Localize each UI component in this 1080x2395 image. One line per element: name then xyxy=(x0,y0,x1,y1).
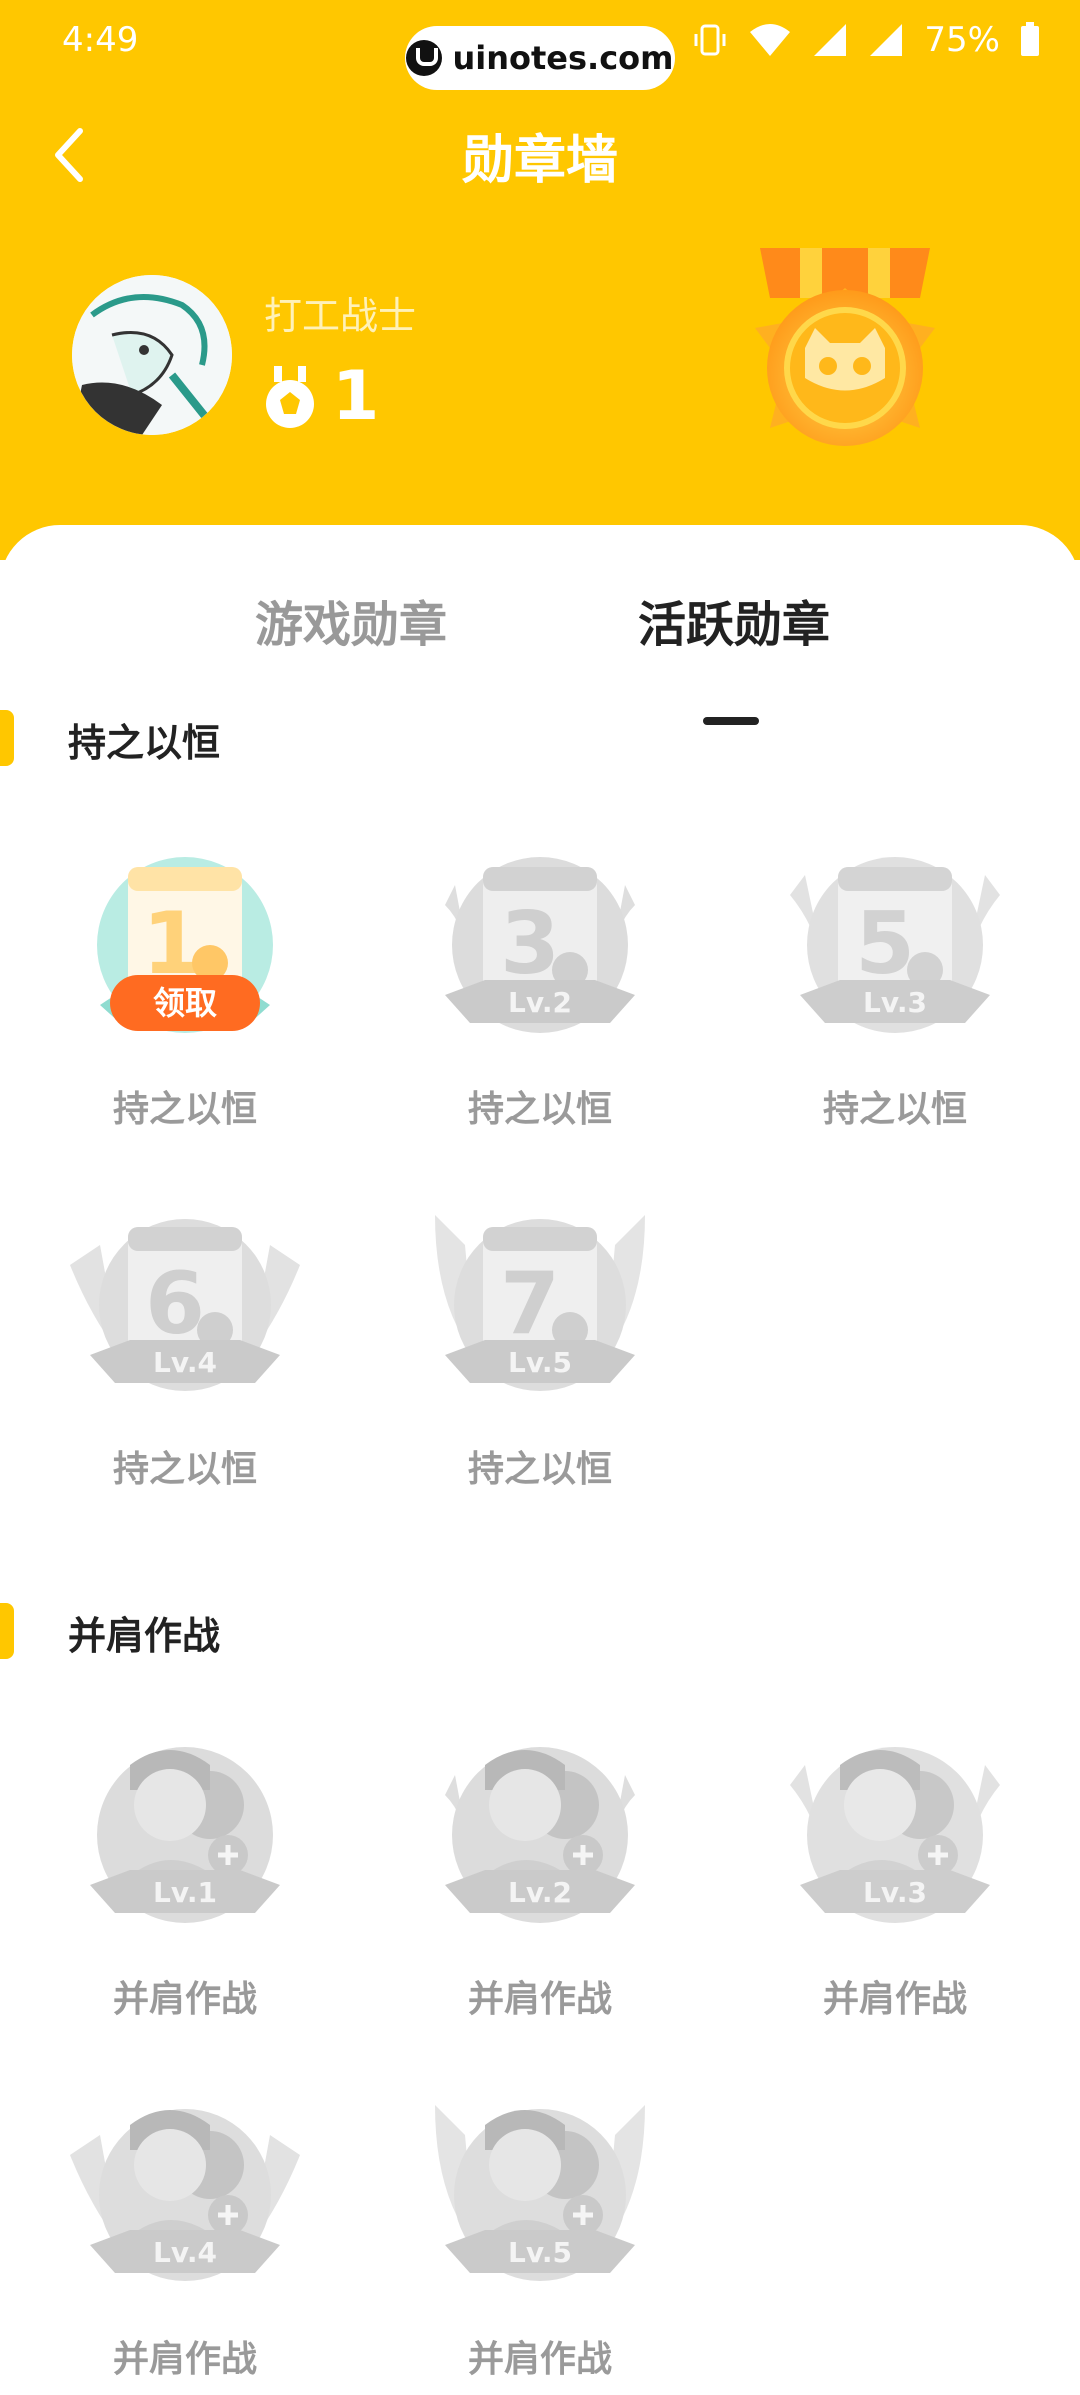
medal-count: 1 xyxy=(332,357,380,436)
badge-level: Lv.5 xyxy=(508,1346,572,1379)
badge-label: 并肩作战 xyxy=(467,1979,612,2020)
teammate-badge-icon: Lv.1 xyxy=(90,1747,280,1923)
medal-icon xyxy=(266,365,314,428)
status-icons: 75% xyxy=(692,20,1040,60)
badge-item[interactable]: 1 领取 持之以恒 xyxy=(60,845,310,1145)
badge-label: 并肩作战 xyxy=(467,2339,612,2380)
calendar-badge-icon: 5 Lv.3 xyxy=(790,857,1000,1033)
badge-item[interactable]: Lv.1 并肩作战 xyxy=(60,1735,310,2035)
status-bar: 4:49 uinotes.com 75% xyxy=(0,0,1080,90)
badge-item[interactable]: Lv.5 并肩作战 xyxy=(415,2095,665,2395)
cell-signal-icon xyxy=(814,24,847,56)
medal-count-row: 1 xyxy=(262,357,379,436)
section-title: 并肩作战 xyxy=(68,1614,221,1658)
badge-item[interactable]: Lv.3 并肩作战 xyxy=(770,1735,1020,2035)
tab-game-medals[interactable]: 游戏勋章 xyxy=(255,585,447,655)
tab-active-medals[interactable]: 活跃勋章 xyxy=(638,585,830,655)
avatar[interactable] xyxy=(72,275,232,435)
active-tab-indicator xyxy=(703,717,759,725)
badge-level: Lv.4 xyxy=(153,2236,217,2269)
nav-bar: 勋章墙 xyxy=(0,110,1080,200)
badge-label: 持之以恒 xyxy=(112,1449,257,1490)
wifi-icon xyxy=(750,24,791,56)
avatar-image xyxy=(72,275,232,435)
section-title: 持之以恒 xyxy=(68,721,221,765)
badge-level: Lv.1 xyxy=(153,1876,217,1909)
badge-digit: 5 xyxy=(855,894,915,994)
watermark-text: uinotes.com xyxy=(452,39,674,77)
badge-item[interactable]: Lv.4 并肩作战 xyxy=(60,2095,310,2395)
content-card: 游戏勋章 活跃勋章 持之以恒 1 领取 持之以恒 3 Lv.2 持之以恒 5 L… xyxy=(0,525,1080,2380)
watermark-logo-icon xyxy=(406,40,443,76)
calendar-badge-icon: 7 Lv.5 xyxy=(435,1215,645,1391)
badge-level: Lv.3 xyxy=(863,986,927,1019)
badge-digit: 7 xyxy=(500,1254,560,1354)
calendar-badge-icon: 3 Lv.2 xyxy=(445,857,635,1033)
username: 打工战士 xyxy=(264,294,417,338)
tab-bar: 游戏勋章 活跃勋章 xyxy=(0,585,1080,725)
badge-level: Lv.3 xyxy=(863,1876,927,1909)
page-title: 勋章墙 xyxy=(461,131,618,191)
badge-level: Lv.5 xyxy=(508,2236,572,2269)
badge-level: Lv.4 xyxy=(153,1346,217,1379)
badge-label: 并肩作战 xyxy=(112,2339,257,2380)
badge-label: 持之以恒 xyxy=(467,1449,612,1490)
badge-label: 并肩作战 xyxy=(112,1979,257,2020)
badge-label: 持之以恒 xyxy=(112,1089,257,1130)
watermark-badge: uinotes.com xyxy=(405,26,675,90)
badge-level: Lv.2 xyxy=(508,1876,572,1909)
section-marker xyxy=(0,1603,14,1659)
badge-digit: 6 xyxy=(145,1254,205,1354)
badge-digit: 3 xyxy=(500,894,560,994)
teammate-badge-icon: Lv.4 xyxy=(70,2109,300,2281)
teammate-badge-icon: Lv.2 xyxy=(445,1747,635,1923)
section-marker xyxy=(0,710,14,766)
badge-item[interactable]: 5 Lv.3 持之以恒 xyxy=(770,845,1020,1145)
calendar-badge-icon: 6 Lv.4 xyxy=(70,1219,300,1391)
battery-icon xyxy=(1021,22,1039,56)
badge-label: 持之以恒 xyxy=(822,1089,967,1130)
status-time: 4:49 xyxy=(62,20,139,60)
badge-label: 并肩作战 xyxy=(822,1979,967,2020)
badge-label: 持之以恒 xyxy=(467,1089,612,1130)
claim-button[interactable]: 领取 xyxy=(110,975,260,1031)
teammate-badge-icon: Lv.5 xyxy=(435,2105,645,2281)
vibrate-icon xyxy=(694,24,726,56)
badge-item[interactable]: 6 Lv.4 持之以恒 xyxy=(60,1205,310,1505)
featured-medal-icon xyxy=(720,228,970,498)
badge-item[interactable]: 7 Lv.5 持之以恒 xyxy=(415,1205,665,1505)
battery-percentage: 75% xyxy=(924,20,1000,60)
teammate-badge-icon: Lv.3 xyxy=(790,1747,1000,1923)
badge-item[interactable]: Lv.2 并肩作战 xyxy=(415,1735,665,2035)
cell-signal-icon xyxy=(870,24,903,56)
badge-item[interactable]: 3 Lv.2 持之以恒 xyxy=(415,845,665,1145)
badge-level: Lv.2 xyxy=(508,986,572,1019)
